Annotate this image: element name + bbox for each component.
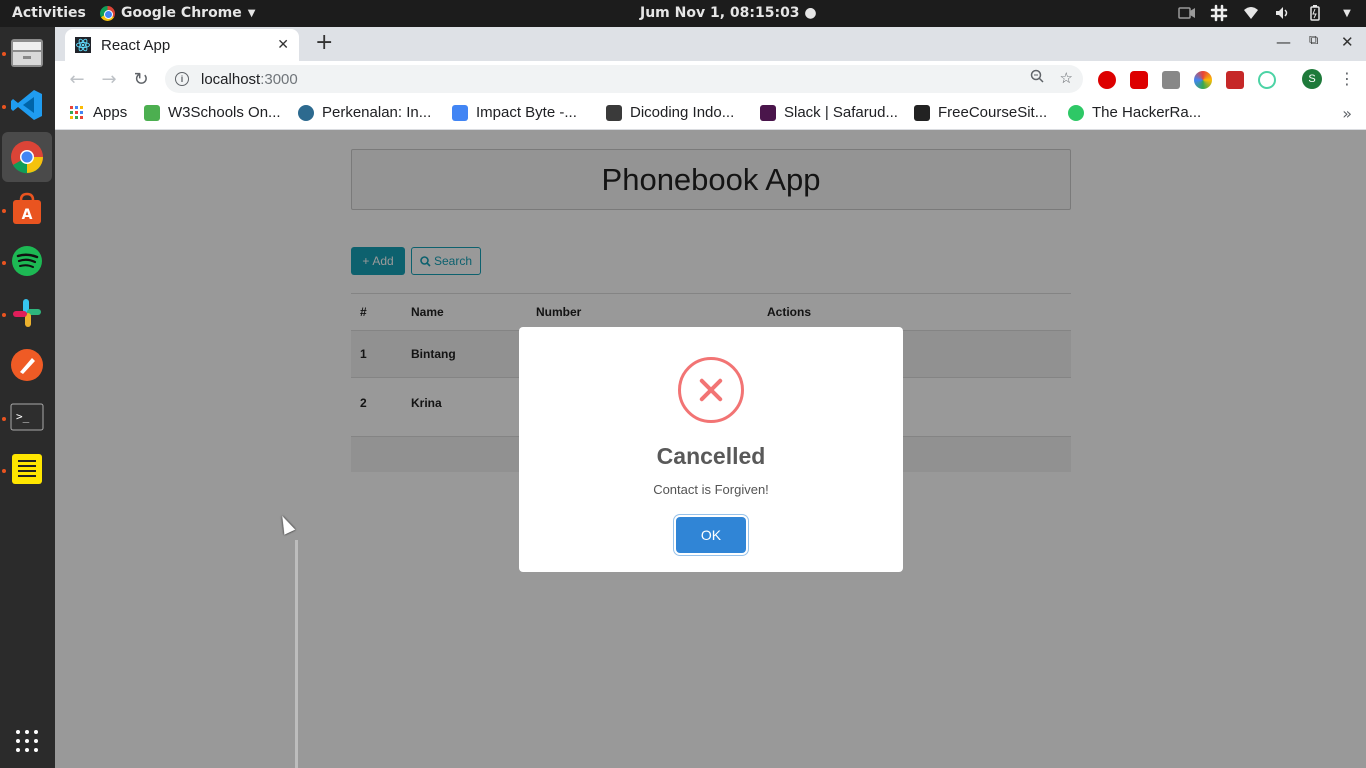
chrome-icon — [100, 5, 115, 21]
alert-dialog: Cancelled Contact is Forgiven! OK — [519, 327, 903, 572]
volume-icon[interactable] — [1274, 4, 1292, 22]
dialog-message: Contact is Forgiven! — [653, 482, 769, 497]
bookmark-label: The HackerRa... — [1092, 104, 1202, 121]
bookmark-dicoding[interactable]: Dicoding Indo... — [606, 104, 734, 121]
activities-button[interactable]: Activities — [12, 5, 86, 21]
games-extension-icon[interactable] — [1226, 71, 1244, 89]
freecoursesite-icon — [914, 104, 930, 121]
bookmark-label: Dicoding Indo... — [630, 104, 735, 121]
bookmark-label: FreeCourseSit... — [938, 104, 1048, 121]
back-icon[interactable]: ← — [66, 68, 88, 90]
chat-extension-icon[interactable] — [1162, 71, 1180, 89]
terminal-icon[interactable]: >_ — [7, 397, 47, 437]
software-center-icon[interactable]: A — [7, 189, 47, 229]
browser-window: React App ✕ + — ⧉ ✕ ← → ↻ i localhost:30… — [55, 27, 1366, 768]
url-port: :3000 — [260, 70, 298, 88]
slack-tray-icon[interactable] — [1210, 4, 1228, 22]
svg-text:>_: >_ — [16, 410, 30, 423]
restore-icon[interactable]: ⧉ — [1309, 33, 1318, 48]
notes-icon[interactable] — [7, 449, 47, 489]
app-menu[interactable]: Google Chrome ▼ — [100, 5, 255, 21]
react-icon — [75, 37, 91, 53]
show-applications-icon[interactable] — [7, 721, 47, 761]
tab-react-app[interactable]: React App ✕ — [65, 29, 299, 61]
camera-icon[interactable] — [1178, 4, 1196, 22]
bookmark-apps[interactable]: Apps — [69, 104, 127, 121]
running-indicator — [2, 209, 6, 213]
chrome-dock-icon[interactable] — [2, 132, 52, 182]
slack-icon[interactable] — [7, 293, 47, 333]
reload-icon[interactable]: ↻ — [130, 68, 152, 90]
caret-down-icon: ▼ — [247, 7, 256, 19]
dicoding-icon — [606, 104, 622, 121]
app-menu-label: Google Chrome — [121, 5, 242, 21]
zoom-icon[interactable] — [1030, 69, 1044, 87]
adblock-icon[interactable] — [1130, 71, 1148, 89]
w3schools-icon — [144, 104, 160, 121]
slack-bookmark-icon — [760, 104, 776, 121]
adblock-plus-icon[interactable] — [1098, 71, 1116, 89]
running-indicator — [2, 105, 6, 109]
bookmark-w3schools[interactable]: W3Schools On... — [144, 104, 281, 121]
running-indicator — [2, 469, 6, 473]
running-indicator — [2, 261, 6, 265]
perkenalan-icon — [298, 104, 314, 121]
bookmark-impact-byte[interactable]: Impact Byte -... — [452, 104, 577, 121]
close-window-icon[interactable]: ✕ — [1341, 33, 1354, 51]
profile-avatar[interactable]: S — [1302, 69, 1322, 89]
bookmark-hackerrank[interactable]: The HackerRa... — [1068, 104, 1201, 121]
svg-text:A: A — [22, 207, 33, 223]
hackerrank-icon — [1068, 104, 1084, 121]
menu-kebab-icon[interactable]: ⋮ — [1339, 69, 1355, 88]
running-indicator — [2, 52, 6, 56]
gnome-top-bar: Activities Google Chrome ▼ Jum Nov 1, 08… — [0, 0, 1366, 27]
url-host: localhost — [201, 70, 261, 88]
bookmark-star-icon[interactable]: ☆ — [1060, 69, 1073, 87]
running-indicator — [2, 313, 6, 317]
color-extension-icon[interactable] — [1194, 71, 1212, 89]
address-bar[interactable]: i localhost:3000 ☆ — [165, 65, 1083, 93]
browser-toolbar: ← → ↻ i localhost:3000 ☆ S ⋮ — [55, 61, 1366, 97]
system-tray: ▼ — [1178, 4, 1356, 22]
spotify-icon[interactable] — [7, 241, 47, 281]
new-tab-icon[interactable]: + — [315, 32, 333, 54]
clock[interactable]: Jum Nov 1, 08:15:03 ● — [640, 5, 817, 21]
cursor-trail — [295, 540, 298, 768]
tab-title: React App — [101, 36, 171, 54]
bookmark-label: Impact Byte -... — [476, 104, 577, 121]
close-tab-icon[interactable]: ✕ — [277, 37, 289, 53]
bookmark-label: Apps — [93, 104, 128, 121]
error-x-icon — [678, 357, 744, 423]
forward-icon[interactable]: → — [98, 68, 120, 90]
minimize-icon[interactable]: — — [1276, 33, 1291, 51]
apps-grid-icon — [70, 105, 83, 119]
dock: A >_ — [0, 27, 55, 768]
dialog-title: Cancelled — [656, 443, 766, 469]
bookmark-label: Slack | Safarud... — [784, 104, 898, 121]
ok-button[interactable]: OK — [676, 517, 746, 553]
running-indicator — [2, 417, 6, 421]
bookmarks-bar: Apps W3Schools On... Perkenalan: In... I… — [55, 97, 1366, 130]
system-menu-caret-icon[interactable]: ▼ — [1338, 4, 1356, 22]
bookmark-label: Perkenalan: In... — [322, 104, 432, 121]
more-bookmarks-icon[interactable]: » — [1342, 104, 1352, 123]
info-icon[interactable]: i — [175, 72, 189, 86]
react-devtools-icon[interactable] — [1258, 71, 1276, 89]
postman-icon[interactable] — [7, 345, 47, 385]
bookmark-freecoursesite[interactable]: FreeCourseSit... — [914, 104, 1047, 121]
web-page: Phonebook App + Add Search # Name Number… — [55, 130, 1366, 768]
bookmark-slack[interactable]: Slack | Safarud... — [760, 104, 898, 121]
vscode-icon[interactable] — [7, 85, 47, 125]
tab-strip: React App ✕ + — ⧉ ✕ — [55, 27, 1366, 61]
wifi-icon[interactable] — [1242, 4, 1260, 22]
battery-icon[interactable] — [1306, 4, 1324, 22]
bookmark-label: W3Schools On... — [168, 104, 281, 121]
bookmark-perkenalan[interactable]: Perkenalan: In... — [298, 104, 431, 121]
files-icon[interactable] — [7, 33, 47, 73]
google-docs-icon — [452, 104, 468, 121]
